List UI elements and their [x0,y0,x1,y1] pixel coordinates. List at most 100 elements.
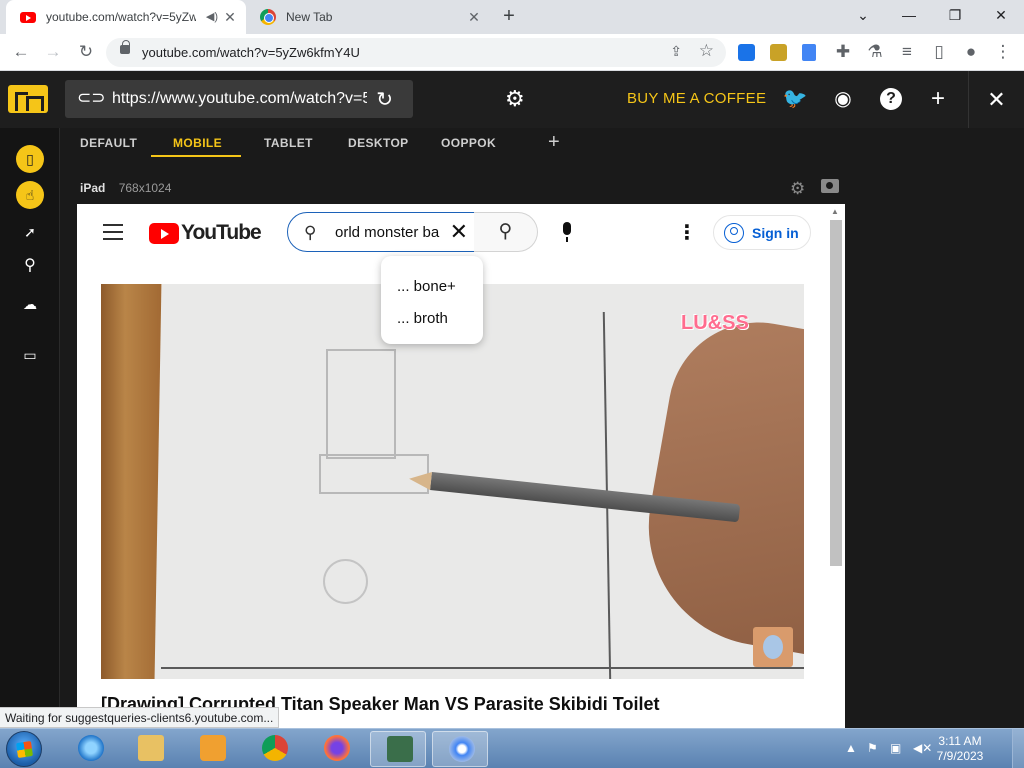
add-tab-icon[interactable]: + [548,131,560,154]
chrome-menu-icon[interactable]: ⋮ [992,41,1014,63]
browser-toolbar: ← → ↻ youtube.com/watch?v=5yZw6kfmY4U ⇪ … [0,34,1024,71]
tab-desktop[interactable]: DESKTOP [348,136,409,150]
chrome-active-taskbar-icon[interactable] [432,731,488,767]
address-url: youtube.com/watch?v=5yZw6kfmY4U [142,45,360,60]
taskbar-clock[interactable]: 3:11 AM 7/9/2023 [930,734,990,764]
device-tabs: DEFAULT MOBILE TABLET DESKTOP OOPPOK + [61,128,1024,158]
close-viewer-icon[interactable]: ✕ [968,71,1024,128]
suggestion-item[interactable]: ... bone+ [397,278,456,295]
youtube-favicon-icon [20,11,36,23]
close-tab-icon[interactable]: ✕ [222,9,238,25]
new-tab-button[interactable]: + [498,6,520,28]
search-button[interactable]: ⚲ [474,212,538,252]
profile-avatar-icon[interactable]: ● [960,41,982,63]
video-wood-edge [101,284,161,679]
scroll-up-arrow-icon[interactable]: ▲ [831,207,839,216]
lock-icon[interactable] [120,40,130,54]
device-mode-icon[interactable]: ▯ [16,145,44,173]
search-icon[interactable]: ⚲ [16,252,44,280]
viewer-sidebar: ▯ ☝ ➚ ⚲ ☁ ▭ [0,128,60,728]
browser-tab-youtube[interactable]: youtube.com/watch?v=5yZw6kfmY4U ◀) ✕ [6,0,246,34]
desktop-monitor-icon[interactable]: ▭ [16,341,44,369]
select-element-icon[interactable]: ➚ [16,218,44,246]
youtube-logo[interactable]: YouTube [149,221,262,245]
viewer-url-value: https://www.youtube.com/watch?v=5yZw6kfm… [112,90,367,107]
search-suggestions: ... bone+ ... broth [381,256,483,344]
clock-time: 3:11 AM [938,734,982,748]
sign-in-button[interactable]: Sign in [713,215,811,250]
cloud-download-icon[interactable]: ☁ [16,290,44,318]
tab-ooppok[interactable]: OOPPOK [441,136,496,150]
viewer-url-input[interactable]: ⊂⊃ https://www.youtube.com/watch?v=5yZw6… [65,80,413,118]
terminal-taskbar-icon[interactable] [370,731,426,767]
extension-doc-icon[interactable] [802,44,816,61]
side-panel-icon[interactable]: ▯ [928,41,950,63]
chrome-taskbar-icon[interactable] [246,731,302,767]
channel-watermark: LU&SS [681,312,749,334]
tab-mobile[interactable]: MOBILE [173,136,222,150]
account-circle-icon [724,222,744,243]
device-name: iPad [80,181,106,195]
start-button[interactable] [6,731,42,767]
suggestion-item[interactable]: ... broth [397,310,448,327]
github-icon[interactable]: ◉ [830,86,856,112]
file-explorer-taskbar-icon[interactable] [122,731,178,767]
link-icon: ⊂⊃ [77,88,106,107]
windows-taskbar: ▲ ⚑ ▣ ◀✕ 3:11 AM 7/9/2023 [0,728,1024,768]
microphone-icon[interactable] [558,221,576,243]
minimize-button[interactable]: — [894,4,924,26]
search-input[interactable]: ⚲ orld monster ba ✕ [287,212,475,252]
buy-me-a-coffee-link[interactable]: BUY ME A COFFEE [627,90,766,107]
forward-icon[interactable]: → [42,41,64,63]
sketch-line [161,667,804,669]
clock-date: 7/9/2023 [936,749,984,763]
sketch-circle [323,559,368,604]
network-icon[interactable]: ▣ [890,741,901,755]
search-icon: ⚲ [304,223,317,242]
tab-default[interactable]: DEFAULT [80,136,137,150]
media-queue-icon[interactable]: ≡ [896,41,918,63]
channel-mascot-icon[interactable] [753,627,793,667]
sketch-head [326,349,396,459]
reload-icon[interactable]: ↻ [376,87,393,112]
show-desktop-button[interactable] [1012,729,1024,768]
extensions-puzzle-icon[interactable]: ✚ [832,41,854,63]
device-settings-icon[interactable]: ⚙ [790,179,805,199]
help-icon[interactable]: ? [880,88,902,110]
hamburger-menu-icon[interactable] [103,224,123,240]
extension-video-icon[interactable] [738,44,755,61]
reload-icon[interactable]: ↻ [75,41,97,63]
add-icon[interactable]: + [925,86,951,112]
browser-tab-strip: youtube.com/watch?v=5yZw6kfmY4U ◀) ✕ New… [0,0,1024,34]
speaker-icon[interactable]: ◀) [206,10,218,23]
screenshot-camera-icon[interactable] [821,179,839,193]
internet-explorer-taskbar-icon[interactable] [62,731,118,767]
back-icon[interactable]: ← [10,41,32,63]
firefox-taskbar-icon[interactable] [308,731,364,767]
lab-flask-icon[interactable]: ⚗ [864,41,886,63]
clear-search-icon[interactable]: ✕ [450,219,468,245]
youtube-wordmark: YouTube [181,221,262,244]
action-center-flag-icon[interactable]: ⚑ [867,741,878,755]
media-player-taskbar-icon[interactable] [184,731,240,767]
page-scrollbar[interactable] [830,220,842,566]
share-icon[interactable]: ⇪ [670,43,682,60]
extension-cast-icon[interactable] [770,44,787,61]
restore-button[interactable]: ❐ [940,4,970,26]
twitter-icon[interactable]: 🐦 [782,86,808,112]
tab-search-icon[interactable]: ⌄ [848,4,878,26]
close-tab-icon[interactable]: ✕ [466,9,482,25]
media-player-icon [200,735,226,761]
touch-cursor-icon[interactable]: ☝ [16,181,44,209]
status-bubble: Waiting for suggestqueries-clients6.yout… [0,707,280,728]
close-window-button[interactable]: ✕ [986,4,1016,26]
chrome-icon [449,736,475,762]
tab-tablet[interactable]: TABLET [264,136,313,150]
more-options-icon[interactable]: ⋮ [677,220,697,245]
show-hidden-icons[interactable]: ▲ [845,741,857,755]
browser-tab-new[interactable]: New Tab ✕ [250,0,490,34]
address-bar[interactable]: youtube.com/watch?v=5yZw6kfmY4U ⇪ ☆ [106,38,726,67]
settings-gear-icon[interactable]: ⚙ [505,86,525,112]
folder-icon [138,735,164,761]
bookmark-star-icon[interactable]: ☆ [699,41,714,61]
